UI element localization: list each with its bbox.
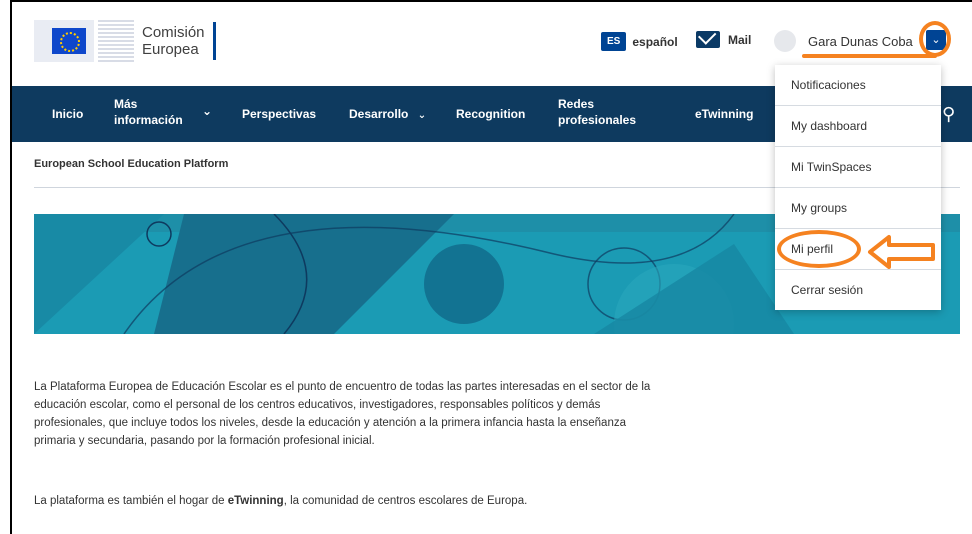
paragraph-text: , la comunidad de centros escolares de E… (283, 495, 528, 507)
envelope-icon (696, 31, 720, 48)
nav-label: Más información (114, 97, 183, 127)
language-code-badge: ES (601, 32, 627, 51)
user-name: Gara Dunas Coba (808, 33, 913, 49)
nav-item-etwinning[interactable]: eTwinning (695, 106, 753, 122)
logo-line2: Europea (142, 41, 199, 58)
nav-label: Redes profesionales (558, 97, 637, 127)
mail-label: Mail (728, 32, 752, 47)
annotation-circle (919, 21, 951, 57)
nav-label: eTwinning (695, 107, 754, 121)
etwinning-link[interactable]: eTwinning (228, 495, 284, 507)
user-account[interactable]: Gara Dunas Coba (774, 30, 913, 52)
logo-line1: Comisión (142, 24, 205, 41)
chevron-down-icon: ⌄ (417, 110, 427, 121)
language-selector[interactable]: ES español (601, 32, 678, 51)
eu-flag-icon (34, 20, 94, 62)
logo-decoration (98, 20, 134, 62)
chevron-glyph: ⌄ (202, 104, 213, 118)
avatar (774, 30, 796, 52)
nav-item-perspectivas[interactable]: Perspectivas (242, 106, 316, 122)
nav-item-recognition[interactable]: Recognition (456, 106, 525, 122)
platform-title: European School Education Platform (34, 158, 229, 170)
nav-item-redes-profesionales[interactable]: Redes profesionales (558, 96, 648, 128)
annotation-arrow-icon (868, 235, 935, 269)
mail-link[interactable]: Mail (696, 31, 751, 48)
chevron-down-icon[interactable]: ⌄ (202, 103, 212, 119)
paragraph-text: La plataforma es también el hogar de (34, 495, 228, 507)
nav-item-inicio[interactable]: Inicio (52, 106, 83, 122)
nav-label: Inicio (52, 107, 84, 121)
nav-label: Recognition (456, 107, 526, 121)
nav-label: Desarrollo (349, 107, 409, 121)
ec-logo[interactable]: Comisión Europea (34, 20, 216, 62)
nav-label: Perspectivas (242, 107, 317, 121)
page-frame: Comisión Europea ES español Mail Gara Du… (10, 0, 972, 534)
etwinning-paragraph: La plataforma es también el hogar de eTw… (34, 492, 654, 510)
menu-item-dashboard[interactable]: My dashboard (775, 106, 941, 147)
user-dropdown-menu: Notificaciones My dashboard Mi TwinSpace… (775, 65, 941, 310)
annotation-underline (802, 54, 937, 58)
menu-item-groups[interactable]: My groups (775, 188, 941, 229)
nav-item-desarrollo[interactable]: Desarrollo ⌄ (349, 106, 426, 124)
logo-divider (212, 22, 216, 60)
menu-item-notificaciones[interactable]: Notificaciones (775, 65, 941, 106)
nav-item-mas-informacion[interactable]: Más información (114, 96, 190, 128)
language-label: español (632, 34, 678, 49)
menu-item-cerrar-sesion[interactable]: Cerrar sesión (775, 270, 941, 311)
search-icon[interactable]: ⚲ (942, 104, 955, 125)
annotation-oval (777, 230, 861, 268)
menu-item-twinspaces[interactable]: Mi TwinSpaces (775, 147, 941, 188)
logo-text: Comisión Europea (142, 24, 205, 58)
intro-paragraph: La Plataforma Europea de Educación Escol… (34, 381, 651, 447)
